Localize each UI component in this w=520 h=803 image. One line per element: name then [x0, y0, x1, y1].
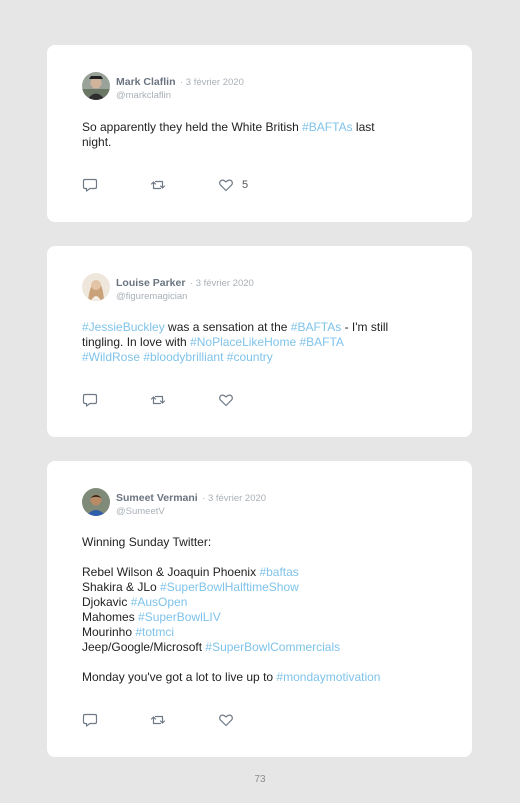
tweet-line: Jeep/Google/Microsoft #SuperBowlCommerci… [82, 640, 427, 655]
tweet-text-segment: night. [82, 135, 112, 149]
tweet-line: Mourinho #totmci [82, 625, 427, 640]
tweet-text-segment: Mahomes [82, 610, 139, 624]
tweet-date: · 3 février 2020 [179, 77, 244, 88]
hashtag-link[interactable]: #totmci [135, 625, 174, 639]
author-handle[interactable]: @figuremagician [116, 290, 254, 303]
author-handle[interactable]: @markclaflin [116, 89, 244, 102]
tweet-text-segment: Rebel Wilson & Joaquin Phoenix [82, 565, 260, 579]
author-block: Louise Parker · 3 février 2020 @figurema… [116, 273, 254, 303]
tweet-line: #JessieBuckley was a sensation at the #B… [82, 320, 427, 335]
hashtag-link[interactable]: #mondaymotivation [276, 670, 380, 684]
tweet-actions [82, 392, 242, 408]
tweet-text-segment: Djokavic [82, 595, 131, 609]
hashtag-link[interactable]: #country [227, 350, 273, 364]
tweet-card: Louise Parker · 3 février 2020 @figurema… [47, 246, 472, 437]
like-button[interactable] [218, 712, 242, 728]
tweet-date: · 3 février 2020 [202, 493, 267, 504]
tweet-line: night. [82, 135, 427, 150]
retweet-button[interactable] [150, 712, 218, 728]
tweet-text: Winning Sunday Twitter: Rebel Wilson & Jo… [82, 535, 427, 685]
tweet-line [82, 655, 427, 670]
author-block: Sumeet Vermani · 3 février 2020 @SumeetV [116, 488, 266, 518]
hashtag-link[interactable]: #WildRose [82, 350, 140, 364]
reply-button[interactable] [82, 712, 150, 728]
hashtag-link[interactable]: #AusOpen [131, 595, 188, 609]
tweet-header: Louise Parker · 3 février 2020 @figurema… [82, 273, 254, 303]
like-count: 5 [242, 179, 249, 191]
hashtag-link[interactable]: #BAFTAs [302, 120, 352, 134]
tweet-header: Sumeet Vermani · 3 février 2020 @SumeetV [82, 488, 266, 518]
hashtag-link[interactable]: #SuperBowlHalftimeShow [160, 580, 299, 594]
retweet-button[interactable] [150, 177, 218, 193]
reply-icon [82, 393, 98, 407]
like-button[interactable] [218, 392, 242, 408]
tweet-line: Winning Sunday Twitter: [82, 535, 427, 550]
heart-icon [219, 394, 233, 407]
avatar[interactable] [82, 273, 110, 301]
page-number: 73 [254, 774, 266, 785]
hashtag-link[interactable]: #baftas [259, 565, 298, 579]
tweet-line: So apparently they held the White Britis… [82, 120, 427, 135]
tweet-header: Mark Claflin · 3 février 2020 @markclafl… [82, 72, 244, 102]
tweet-actions [82, 712, 242, 728]
reply-icon [82, 713, 98, 727]
author-handle[interactable]: @SumeetV [116, 505, 266, 518]
reply-button[interactable] [82, 392, 150, 408]
tweet-line: #WildRose #bloodybrilliant #country [82, 350, 427, 365]
tweet-text-segment: was a sensation at the [164, 320, 291, 334]
tweet-text-segment: Shakira & JLo [82, 580, 161, 594]
author-name[interactable]: Mark Claflin [116, 76, 176, 88]
hashtag-link[interactable]: #SuperBowlLIV [138, 610, 221, 624]
avatar[interactable] [82, 72, 110, 100]
tweet-line: Rebel Wilson & Joaquin Phoenix #baftas [82, 565, 427, 580]
author-block: Mark Claflin · 3 février 2020 @markclafl… [116, 72, 244, 102]
tweet-actions: 5 [82, 177, 248, 193]
heart-icon [219, 179, 233, 192]
reply-button[interactable] [82, 177, 150, 193]
reply-icon [82, 178, 98, 192]
tweet-text-segment: - I'm still [341, 320, 389, 334]
like-button[interactable]: 5 [218, 177, 248, 193]
tweet-card: Mark Claflin · 3 février 2020 @markclafl… [47, 45, 472, 222]
tweet-text-segment: tingling. In love with [82, 335, 191, 349]
tweet-text: So apparently they held the White Britis… [82, 120, 427, 150]
hashtag-link[interactable]: #JessieBuckley [82, 320, 165, 334]
tweet-line: Mahomes #SuperBowlLIV [82, 610, 427, 625]
tweet-text: #JessieBuckley was a sensation at the #B… [82, 320, 427, 365]
hashtag-link[interactable]: #bloodybrilliant [143, 350, 223, 364]
hashtag-link[interactable]: #NoPlaceLikeHome [190, 335, 296, 349]
retweet-icon [150, 395, 166, 405]
tweet-text-segment: Monday you've got a lot to live up to [82, 670, 277, 684]
retweet-icon [150, 715, 166, 725]
hashtag-link[interactable]: #BAFTAs [291, 320, 341, 334]
hashtag-link[interactable]: #BAFTA [299, 335, 343, 349]
retweet-icon [150, 180, 166, 190]
tweet-text-segment: last [352, 120, 375, 134]
tweet-card: Sumeet Vermani · 3 février 2020 @SumeetV… [47, 461, 472, 757]
tweet-text-segment: Winning Sunday Twitter: [82, 535, 212, 549]
tweet-line: tingling. In love with #NoPlaceLikeHome … [82, 335, 427, 350]
author-name[interactable]: Sumeet Vermani [116, 492, 198, 504]
author-name[interactable]: Louise Parker [116, 277, 185, 289]
tweet-text-segment: Mourinho [82, 625, 136, 639]
retweet-button[interactable] [150, 392, 218, 408]
tweet-line: Monday you've got a lot to live up to #m… [82, 670, 427, 685]
tweet-line [82, 550, 427, 565]
heart-icon [219, 714, 233, 727]
tweet-text-segment: Jeep/Google/Microsoft [82, 640, 206, 654]
tweet-date: · 3 février 2020 [189, 278, 254, 289]
avatar[interactable] [82, 488, 110, 516]
tweet-line: Djokavic #AusOpen [82, 595, 427, 610]
tweet-text-segment: So apparently they held the White Britis… [82, 120, 303, 134]
hashtag-link[interactable]: #SuperBowlCommercials [205, 640, 340, 654]
tweet-line: Shakira & JLo #SuperBowlHalftimeShow [82, 580, 427, 595]
